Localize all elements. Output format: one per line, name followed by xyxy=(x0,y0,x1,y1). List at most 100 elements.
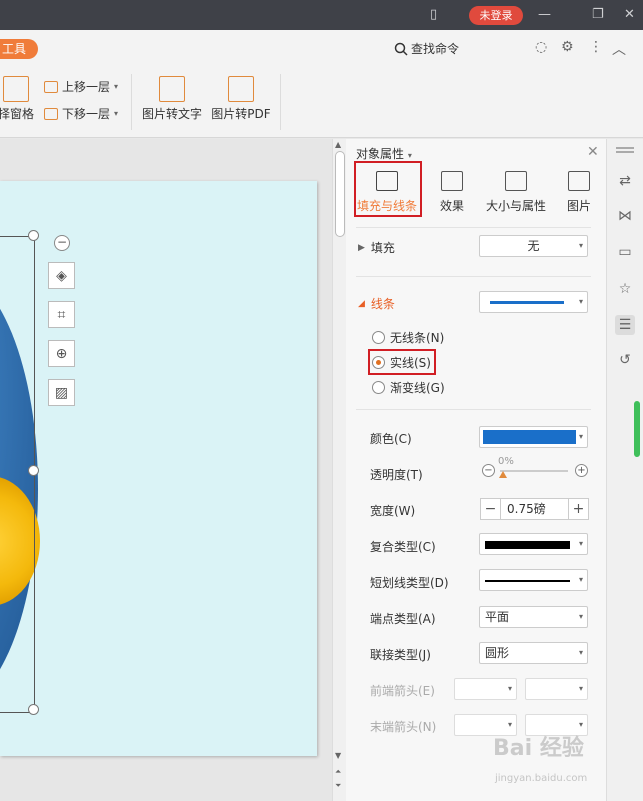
page-down-icon[interactable]: ⏷ xyxy=(335,781,341,791)
baidu-watermark: Bai 经验 xyxy=(493,736,584,761)
collapse-float-tools-button[interactable]: − xyxy=(54,235,70,251)
zoom-in-icon: ⊕ xyxy=(55,345,68,362)
minimize-icon[interactable]: — xyxy=(538,7,551,22)
search-icon xyxy=(394,42,408,56)
page-up-icon[interactable]: ⏶ xyxy=(335,767,341,777)
resize-handle-top-right[interactable] xyxy=(28,230,39,241)
image-to-pdf-button[interactable]: 图片转PDF xyxy=(211,76,271,122)
ribbon-divider xyxy=(131,74,132,130)
panel-close-icon[interactable]: ✕ xyxy=(587,144,599,160)
picture-tools-tab[interactable]: 工具 xyxy=(0,39,38,59)
share-icon[interactable]: ⋈ xyxy=(615,206,635,226)
width-value[interactable]: 0.75磅 xyxy=(507,499,546,519)
crop-button[interactable]: ⌗ xyxy=(48,301,75,328)
chevron-down-icon: ▾ xyxy=(578,297,583,306)
zoom-button[interactable]: ⊕ xyxy=(48,340,75,367)
width-stepper[interactable]: − 0.75磅 + xyxy=(480,498,589,520)
tab-effects-label: 效果 xyxy=(439,199,464,213)
join-type-dropdown[interactable]: 圆形 ▾ xyxy=(479,642,588,664)
minus-icon[interactable]: − xyxy=(481,499,501,519)
chevron-down-icon: ▾ xyxy=(578,612,583,621)
ribbon-tab-row: 工具 查找命令 ◌ ⚙ ⋮ ︿ xyxy=(0,30,643,66)
star-icon[interactable]: ☆ xyxy=(615,279,635,299)
gear-icon[interactable]: ⚙ xyxy=(561,39,574,55)
line-style-dropdown[interactable]: ▾ xyxy=(479,291,588,313)
picture-icon xyxy=(568,171,590,191)
radio-gradient-line-label: 渐变线(G) xyxy=(390,381,445,395)
compound-type-dropdown[interactable]: ▾ xyxy=(479,533,588,555)
drag-handle[interactable] xyxy=(616,147,634,149)
select-pane-button[interactable]: 择窗格 xyxy=(0,76,38,122)
chevron-down-icon: ▾ xyxy=(407,151,412,160)
search-command-label: 查找命令 xyxy=(411,42,460,56)
layers-button[interactable]: ◈ xyxy=(48,262,75,289)
line-color-dropdown[interactable]: ▾ xyxy=(479,426,588,448)
radio-gradient-line[interactable]: 渐变线(G) xyxy=(372,379,445,396)
chevron-down-icon: ▾ xyxy=(578,575,583,584)
slider-knob[interactable] xyxy=(499,471,507,478)
line-section-header[interactable]: ◢ 线条 xyxy=(358,295,395,312)
chevron-down-icon: ▾ xyxy=(578,432,583,441)
move-down-button[interactable]: 下移一层 ▾ xyxy=(44,105,118,122)
close-icon[interactable]: ✕ xyxy=(624,7,635,22)
chevron-down-icon: ▾ xyxy=(578,684,583,693)
properties-sliders-icon[interactable]: ☰ xyxy=(615,315,635,335)
resize-handle-bottom-right[interactable] xyxy=(28,704,39,715)
scrollbar-thumb[interactable] xyxy=(335,151,345,237)
join-type-value: 圆形 xyxy=(485,646,510,660)
drag-handle[interactable] xyxy=(616,151,634,153)
slider-track xyxy=(500,470,568,472)
increase-icon[interactable]: + xyxy=(575,464,588,477)
layout-icon[interactable]: ▯ xyxy=(430,7,437,22)
plus-icon[interactable]: + xyxy=(568,499,588,519)
begin-arrow-style-dropdown[interactable]: ▾ xyxy=(454,678,517,700)
fill-value: 无 xyxy=(527,239,540,253)
swap-icon[interactable]: ⇄ xyxy=(615,171,635,191)
cap-type-dropdown[interactable]: 平面 ▾ xyxy=(479,606,588,628)
image-effect-button[interactable]: ▨ xyxy=(48,379,75,406)
tab-effects[interactable]: 效果 xyxy=(434,167,470,214)
login-button[interactable]: 未登录 xyxy=(469,6,523,25)
layer-up-icon xyxy=(44,80,58,93)
cap-type-value: 平面 xyxy=(485,610,510,624)
begin-arrow-size-dropdown[interactable]: ▾ xyxy=(525,678,588,700)
more-icon[interactable]: ⋮ xyxy=(589,39,603,55)
compound-preview xyxy=(485,541,570,549)
layer-down-icon xyxy=(44,107,58,120)
decrease-icon[interactable]: − xyxy=(482,464,495,477)
compound-type-label: 复合类型(C) xyxy=(370,540,436,554)
chevron-down-icon: ▾ xyxy=(507,684,512,693)
baidu-watermark-url: jingyan.baidu.com xyxy=(495,773,588,784)
chevron-down-icon: ▾ xyxy=(578,648,583,657)
collapse-ribbon-icon[interactable]: ︿ xyxy=(612,39,626,59)
tab-size-and-properties[interactable]: 大小与属性 xyxy=(482,167,550,214)
side-scroll-indicator[interactable] xyxy=(634,401,640,457)
color-label: 颜色(C) xyxy=(370,432,412,446)
move-up-button[interactable]: 上移一层 ▾ xyxy=(44,78,118,95)
image-to-text-button[interactable]: 图片转文字 xyxy=(140,76,204,122)
divider xyxy=(356,276,591,277)
chat-icon[interactable]: ◌ xyxy=(535,39,547,55)
image-effect-icon: ▨ xyxy=(54,384,69,401)
archive-icon[interactable]: ▭ xyxy=(615,242,635,262)
search-command[interactable]: 查找命令 xyxy=(394,40,459,57)
layers-icon: ◈ xyxy=(56,267,67,284)
divider xyxy=(356,227,591,228)
ribbon-divider xyxy=(280,74,281,130)
scroll-down-icon[interactable]: ▼ xyxy=(335,751,341,760)
history-icon[interactable]: ↺ xyxy=(615,350,635,370)
dash-type-label: 短划线类型(D) xyxy=(370,576,449,590)
dash-type-dropdown[interactable]: ▾ xyxy=(479,569,588,591)
restore-icon[interactable]: ❐ xyxy=(592,7,604,22)
fill-dropdown[interactable]: 无 ▾ xyxy=(479,235,588,257)
transparency-slider[interactable]: − 0% + xyxy=(480,456,590,483)
radio-no-line-label: 无线条(N) xyxy=(390,331,445,345)
scroll-up-icon[interactable]: ▲ xyxy=(335,140,341,149)
fill-section-header[interactable]: ▶ 填充 xyxy=(358,239,395,256)
panel-title[interactable]: 对象属性 ▾ xyxy=(356,145,412,162)
radio-no-line[interactable]: 无线条(N) xyxy=(372,329,444,346)
vertical-scrollbar[interactable]: ▲ ▼ ⏶ ⏷ xyxy=(332,139,346,801)
resize-handle-right[interactable] xyxy=(28,465,39,476)
divider xyxy=(356,409,591,410)
tab-picture[interactable]: 图片 xyxy=(564,167,594,214)
